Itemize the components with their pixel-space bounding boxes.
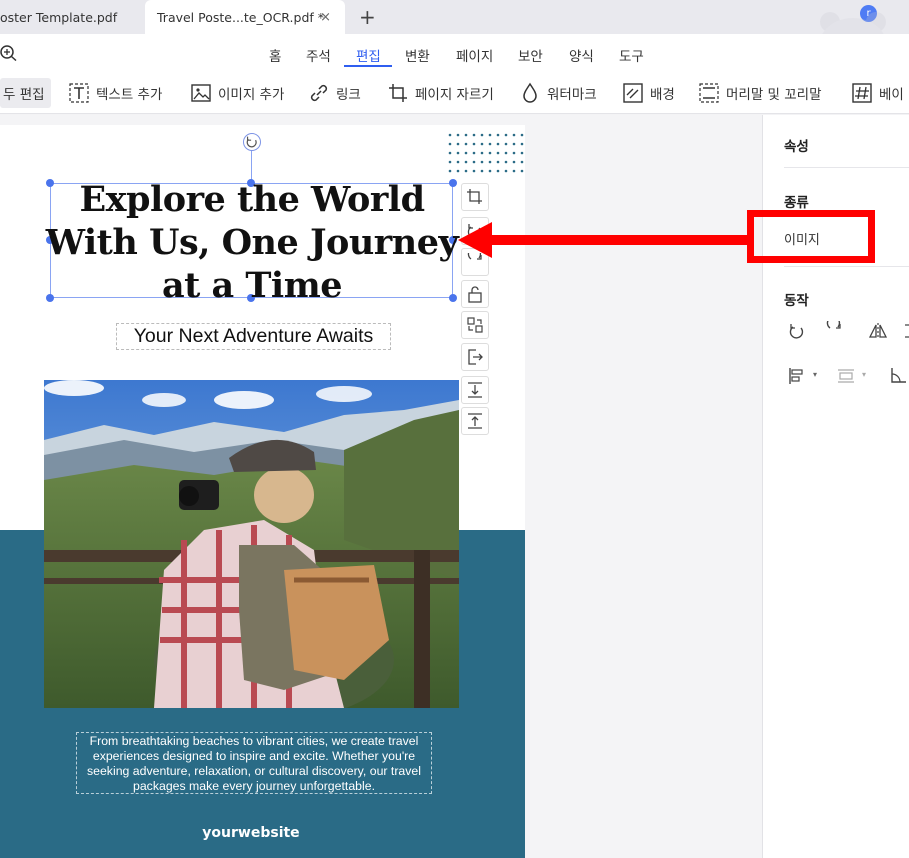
tool-label: 링크 bbox=[336, 87, 361, 103]
tool-label: 워터마크 bbox=[547, 87, 597, 103]
menu-page[interactable]: 페이지 bbox=[456, 45, 493, 65]
poster-body-text[interactable]: From breathtaking beaches to vibrant cit… bbox=[76, 732, 432, 794]
active-menu-indicator bbox=[344, 65, 392, 67]
menu-bar: 홈 주석 편집 변환 페이지 보안 양식 도구 bbox=[0, 34, 909, 72]
poster-title[interactable]: Explore the World With Us, One Journey a… bbox=[44, 178, 460, 307]
tool-label: 이미지 추가 bbox=[218, 87, 285, 103]
tab-travel-poster[interactable]: Travel Poste...te_OCR.pdf * × bbox=[145, 0, 345, 34]
align-bottom-tool[interactable] bbox=[461, 376, 489, 404]
tool-label: 텍스트 추가 bbox=[96, 87, 163, 103]
link-button[interactable]: 링크 bbox=[308, 78, 361, 108]
crop-page-button[interactable]: 페이지 자르기 bbox=[387, 78, 494, 108]
bates-number-button[interactable]: 베이 bbox=[851, 78, 904, 108]
watermark-button[interactable]: 워터마크 bbox=[519, 78, 597, 108]
edit-toolbar: 두 편집 텍스트 추가 이미지 추가 링크 페이지 자르기 워터마크 배경 머리… bbox=[0, 72, 909, 114]
tab-label: Travel Poste...te_OCR.pdf * bbox=[157, 9, 325, 25]
tab-poster-template[interactable]: oster Template.pdf bbox=[0, 0, 140, 34]
all-edit-button[interactable]: 두 편집 bbox=[0, 78, 51, 108]
decorative-dots bbox=[448, 133, 524, 173]
traveler-photo[interactable] bbox=[44, 380, 459, 708]
align-top-icon bbox=[468, 413, 482, 429]
align-bottom-icon bbox=[468, 382, 482, 398]
text-add-icon bbox=[69, 83, 89, 103]
replace-tool[interactable] bbox=[461, 311, 489, 339]
chevron-down-icon[interactable]: ▾ bbox=[813, 370, 817, 379]
flip-vertical-icon[interactable] bbox=[903, 321, 909, 341]
rotate-left-icon[interactable] bbox=[787, 321, 807, 341]
menu-form[interactable]: 양식 bbox=[569, 45, 594, 65]
unlock-tool[interactable] bbox=[461, 280, 489, 308]
traveler-photo-image bbox=[44, 380, 459, 708]
menu-tools[interactable]: 도구 bbox=[619, 45, 644, 65]
rotate-icon bbox=[246, 136, 257, 148]
tool-label: 페이지 자르기 bbox=[415, 87, 494, 103]
tool-label: 머리말 및 꼬리말 bbox=[726, 87, 822, 103]
tool-label: 배경 bbox=[650, 87, 675, 103]
link-icon bbox=[310, 84, 328, 102]
replace-icon bbox=[467, 317, 483, 333]
bates-icon bbox=[852, 83, 872, 103]
unlock-icon bbox=[468, 286, 482, 303]
align-top-tool[interactable] bbox=[461, 407, 489, 435]
background-button[interactable]: 배경 bbox=[622, 78, 675, 108]
crop-page-icon bbox=[389, 84, 407, 102]
menu-convert[interactable]: 변환 bbox=[405, 45, 430, 65]
crop-tool[interactable] bbox=[461, 183, 489, 211]
rotate-handle[interactable] bbox=[243, 133, 261, 151]
tool-label: 베이 bbox=[879, 87, 904, 103]
tab-label: oster Template.pdf bbox=[0, 9, 118, 25]
annotation-arrow bbox=[458, 222, 750, 258]
header-footer-button[interactable]: 머리말 및 꼬리말 bbox=[698, 78, 822, 108]
menu-security[interactable]: 보안 bbox=[518, 45, 543, 65]
chevron-down-icon[interactable]: ▾ bbox=[862, 370, 866, 379]
extract-tool[interactable] bbox=[461, 343, 489, 371]
menu-home[interactable]: 홈 bbox=[269, 45, 281, 65]
align-left-icon[interactable] bbox=[787, 366, 807, 386]
menu-edit[interactable]: 편집 bbox=[356, 45, 381, 65]
crop-corner-icon[interactable] bbox=[888, 366, 908, 386]
extract-icon bbox=[468, 349, 483, 365]
crop-icon bbox=[467, 189, 482, 204]
poster-subtitle[interactable]: Your Next Adventure Awaits bbox=[116, 323, 391, 350]
watermark-icon bbox=[523, 82, 537, 103]
menu-comment[interactable]: 주석 bbox=[306, 45, 331, 65]
tab-bar: oster Template.pdf Travel Poste...te_OCR… bbox=[0, 0, 909, 34]
distribute-icon[interactable] bbox=[836, 366, 856, 386]
panel-divider bbox=[784, 266, 909, 267]
tool-label: 두 편집 bbox=[3, 87, 45, 103]
close-icon[interactable]: × bbox=[320, 10, 331, 25]
background-icon bbox=[623, 83, 643, 103]
rotate-right-icon[interactable] bbox=[824, 321, 844, 341]
new-tab-button[interactable]: + bbox=[359, 5, 376, 29]
type-heading: 종류 bbox=[784, 195, 809, 211]
zoom-in-icon[interactable] bbox=[0, 43, 18, 61]
header-footer-icon bbox=[699, 83, 719, 103]
image-add-icon bbox=[191, 84, 211, 102]
panel-divider bbox=[784, 167, 909, 168]
properties-heading: 속성 bbox=[784, 139, 809, 155]
add-image-button[interactable]: 이미지 추가 bbox=[190, 78, 284, 108]
annotation-highlight-box bbox=[747, 210, 875, 263]
poster-website[interactable]: yourwebsite bbox=[0, 825, 502, 841]
add-text-button[interactable]: 텍스트 추가 bbox=[68, 78, 162, 108]
actions-heading: 동작 bbox=[784, 293, 809, 309]
flip-horizontal-icon[interactable] bbox=[868, 321, 888, 341]
